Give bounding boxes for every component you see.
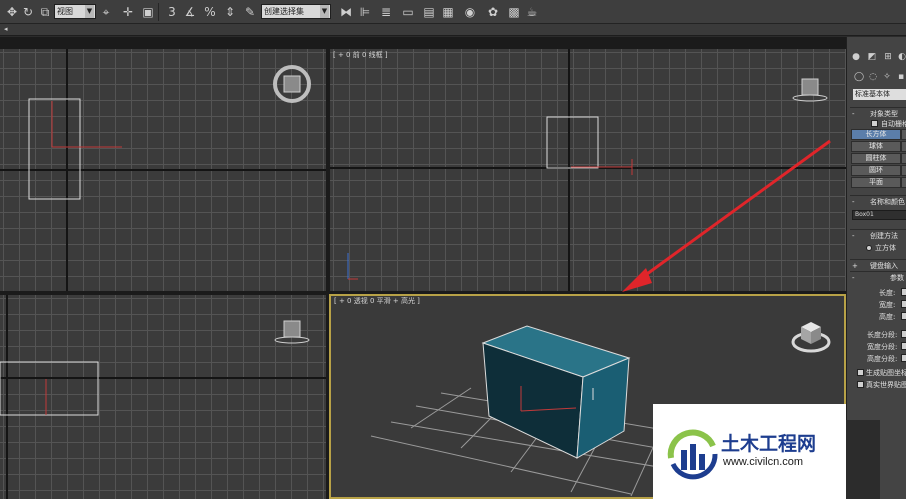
pivot-icon[interactable]: ⌖ — [96, 2, 116, 22]
watermark-brand: 土木工程网 — [721, 433, 817, 455]
layer-icon[interactable]: ≣ — [376, 2, 396, 22]
real-world-label: 真实世界贴图大小 — [866, 381, 906, 389]
height-label: 高度: — [879, 313, 896, 321]
autogrid-label: 自动栅格 — [881, 120, 906, 128]
snap-icon[interactable]: 3 — [162, 2, 182, 22]
watermark: 土木工程网 www.civilcn.com — [653, 404, 846, 499]
keyboard-shortcut-icon[interactable]: ▣ — [138, 2, 158, 22]
cone-button[interactable] — [901, 129, 906, 140]
box-outline-front — [347, 116, 633, 280]
named-selection-dropdown[interactable]: 创建选择集 ▼ — [261, 4, 331, 19]
command-panel-tabs: ● ◩ ⊞ ◐ ◯ ◌ ✧ ▪ — [847, 37, 906, 82]
gen-mapping-label: 生成贴图坐标 — [866, 369, 906, 377]
edit-named-selection-icon[interactable]: ✎ — [240, 2, 260, 22]
quick-access-icon[interactable]: ◂ — [4, 25, 12, 33]
select-manipulate-icon[interactable]: ✛ — [118, 2, 138, 22]
length-label: 长度: — [879, 289, 896, 297]
parameters-title: 参数 — [890, 274, 904, 282]
height-spinner[interactable] — [901, 312, 906, 320]
creation-method-title: 创建方法 — [870, 232, 898, 240]
autogrid-checkbox[interactable] — [871, 120, 878, 127]
creation-method-rollout[interactable]: - 创建方法 — [850, 229, 906, 241]
secondary-toolbar: ◂ — [0, 24, 906, 36]
viewport-front[interactable]: [ + 0 前 0 线框 ] — [330, 49, 846, 291]
height-segs-label: 高度分段: — [867, 355, 898, 363]
viewcube-icon[interactable] — [790, 69, 830, 109]
viewcube-icon[interactable] — [272, 311, 312, 351]
pyramid-button[interactable] — [901, 165, 906, 176]
hierarchy-tab-icon[interactable]: ⊞ — [882, 51, 894, 63]
tube-button[interactable] — [901, 153, 906, 164]
chevron-down-icon: ▼ — [320, 5, 329, 18]
named-selection-value: 创建选择集 — [264, 7, 304, 16]
category-dropdown[interactable]: 标准基本体 — [853, 89, 906, 100]
graph-editor-icon[interactable]: ▤ — [419, 2, 439, 22]
parameters-rollout[interactable]: - 参数 — [850, 271, 906, 283]
width-label: 宽度: — [879, 301, 896, 309]
shapes-icon[interactable]: ◌ — [867, 71, 879, 83]
watermark-url: www.civilcn.com — [723, 456, 804, 468]
keyboard-entry-rollout[interactable]: + 键盘输入 — [850, 259, 906, 271]
watermark-logo — [667, 429, 718, 480]
modify-tab-icon[interactable]: ◩ — [866, 51, 878, 63]
separator — [158, 3, 159, 21]
width-segs-spinner[interactable] — [901, 342, 906, 350]
plane-button[interactable]: 平面 — [851, 177, 901, 188]
torus-button[interactable]: 圆环 — [851, 165, 901, 176]
motion-tab-icon[interactable]: ◐ — [896, 51, 906, 63]
material-editor-icon[interactable]: ◉ — [460, 2, 480, 22]
object-type-title: 对象类型 — [870, 110, 898, 118]
teapot-icon[interactable]: ☕ — [522, 2, 542, 22]
create-tab-icon[interactable]: ● — [850, 51, 862, 63]
reference-coord-dropdown[interactable]: 视图 ▼ — [54, 4, 96, 19]
geometry-icon[interactable]: ◯ — [853, 71, 865, 83]
chevron-down-icon: ▼ — [85, 5, 94, 18]
teapot-button[interactable] — [901, 177, 906, 188]
width-spinner[interactable] — [901, 300, 906, 308]
length-segs-label: 长度分段: — [867, 331, 898, 339]
viewcube-icon[interactable] — [272, 64, 312, 104]
cube-radio[interactable] — [866, 245, 872, 251]
viewport-left[interactable] — [0, 295, 326, 499]
cube-radio-label: 立方体 — [875, 244, 896, 252]
scale-icon[interactable]: ⧉ — [35, 2, 55, 22]
main-toolbar: ✥ ↻ ⧉ 视图 ▼ ⌖ ✛ ▣ 3 ∡ % ⇕ ✎ 创建选择集 ▼ ⧓ ⊫ ≣… — [0, 0, 906, 24]
real-world-checkbox[interactable] — [857, 381, 864, 388]
align-icon[interactable]: ⊫ — [355, 2, 375, 22]
spinner-snap-icon[interactable]: ⇕ — [220, 2, 240, 22]
cylinder-button[interactable]: 圆柱体 — [851, 153, 901, 164]
keyboard-entry-title: 键盘输入 — [870, 262, 898, 270]
status-area — [846, 420, 880, 499]
render-icon[interactable]: ▩ — [504, 2, 524, 22]
length-spinner[interactable] — [901, 288, 906, 296]
percent-snap-icon[interactable]: % — [200, 2, 220, 22]
geosphere-button[interactable] — [901, 141, 906, 152]
sphere-button[interactable]: 球体 — [851, 141, 901, 152]
height-segs-spinner[interactable] — [901, 354, 906, 362]
angle-snap-icon[interactable]: ∡ — [180, 2, 200, 22]
name-color-rollout[interactable]: - 名称和颜色 — [850, 195, 906, 207]
ribbon-icon[interactable]: ▭ — [398, 2, 418, 22]
lights-icon[interactable]: ✧ — [881, 71, 893, 83]
max-workspace: ✥ ↻ ⧉ 视图 ▼ ⌖ ✛ ▣ 3 ∡ % ⇕ ✎ 创建选择集 ▼ ⧓ ⊫ ≣… — [0, 0, 906, 499]
schematic-view-icon[interactable]: ▦ — [438, 2, 458, 22]
box-button[interactable]: 长方体 — [851, 129, 901, 140]
reference-coord-value: 视图 — [57, 7, 73, 16]
name-color-title: 名称和颜色 — [870, 198, 905, 206]
length-segs-spinner[interactable] — [901, 330, 906, 338]
cameras-icon[interactable]: ▪ — [895, 71, 906, 83]
viewport-top[interactable] — [0, 49, 326, 291]
object-type-rollout[interactable]: - 对象类型 — [850, 107, 906, 119]
render-setup-icon[interactable]: ✿ — [483, 2, 503, 22]
object-name-field[interactable]: Box01 — [852, 210, 906, 220]
viewcube-icon[interactable] — [791, 316, 831, 356]
width-segs-label: 宽度分段: — [867, 343, 898, 351]
gen-mapping-checkbox[interactable] — [857, 369, 864, 376]
mirror-icon[interactable]: ⧓ — [336, 2, 356, 22]
